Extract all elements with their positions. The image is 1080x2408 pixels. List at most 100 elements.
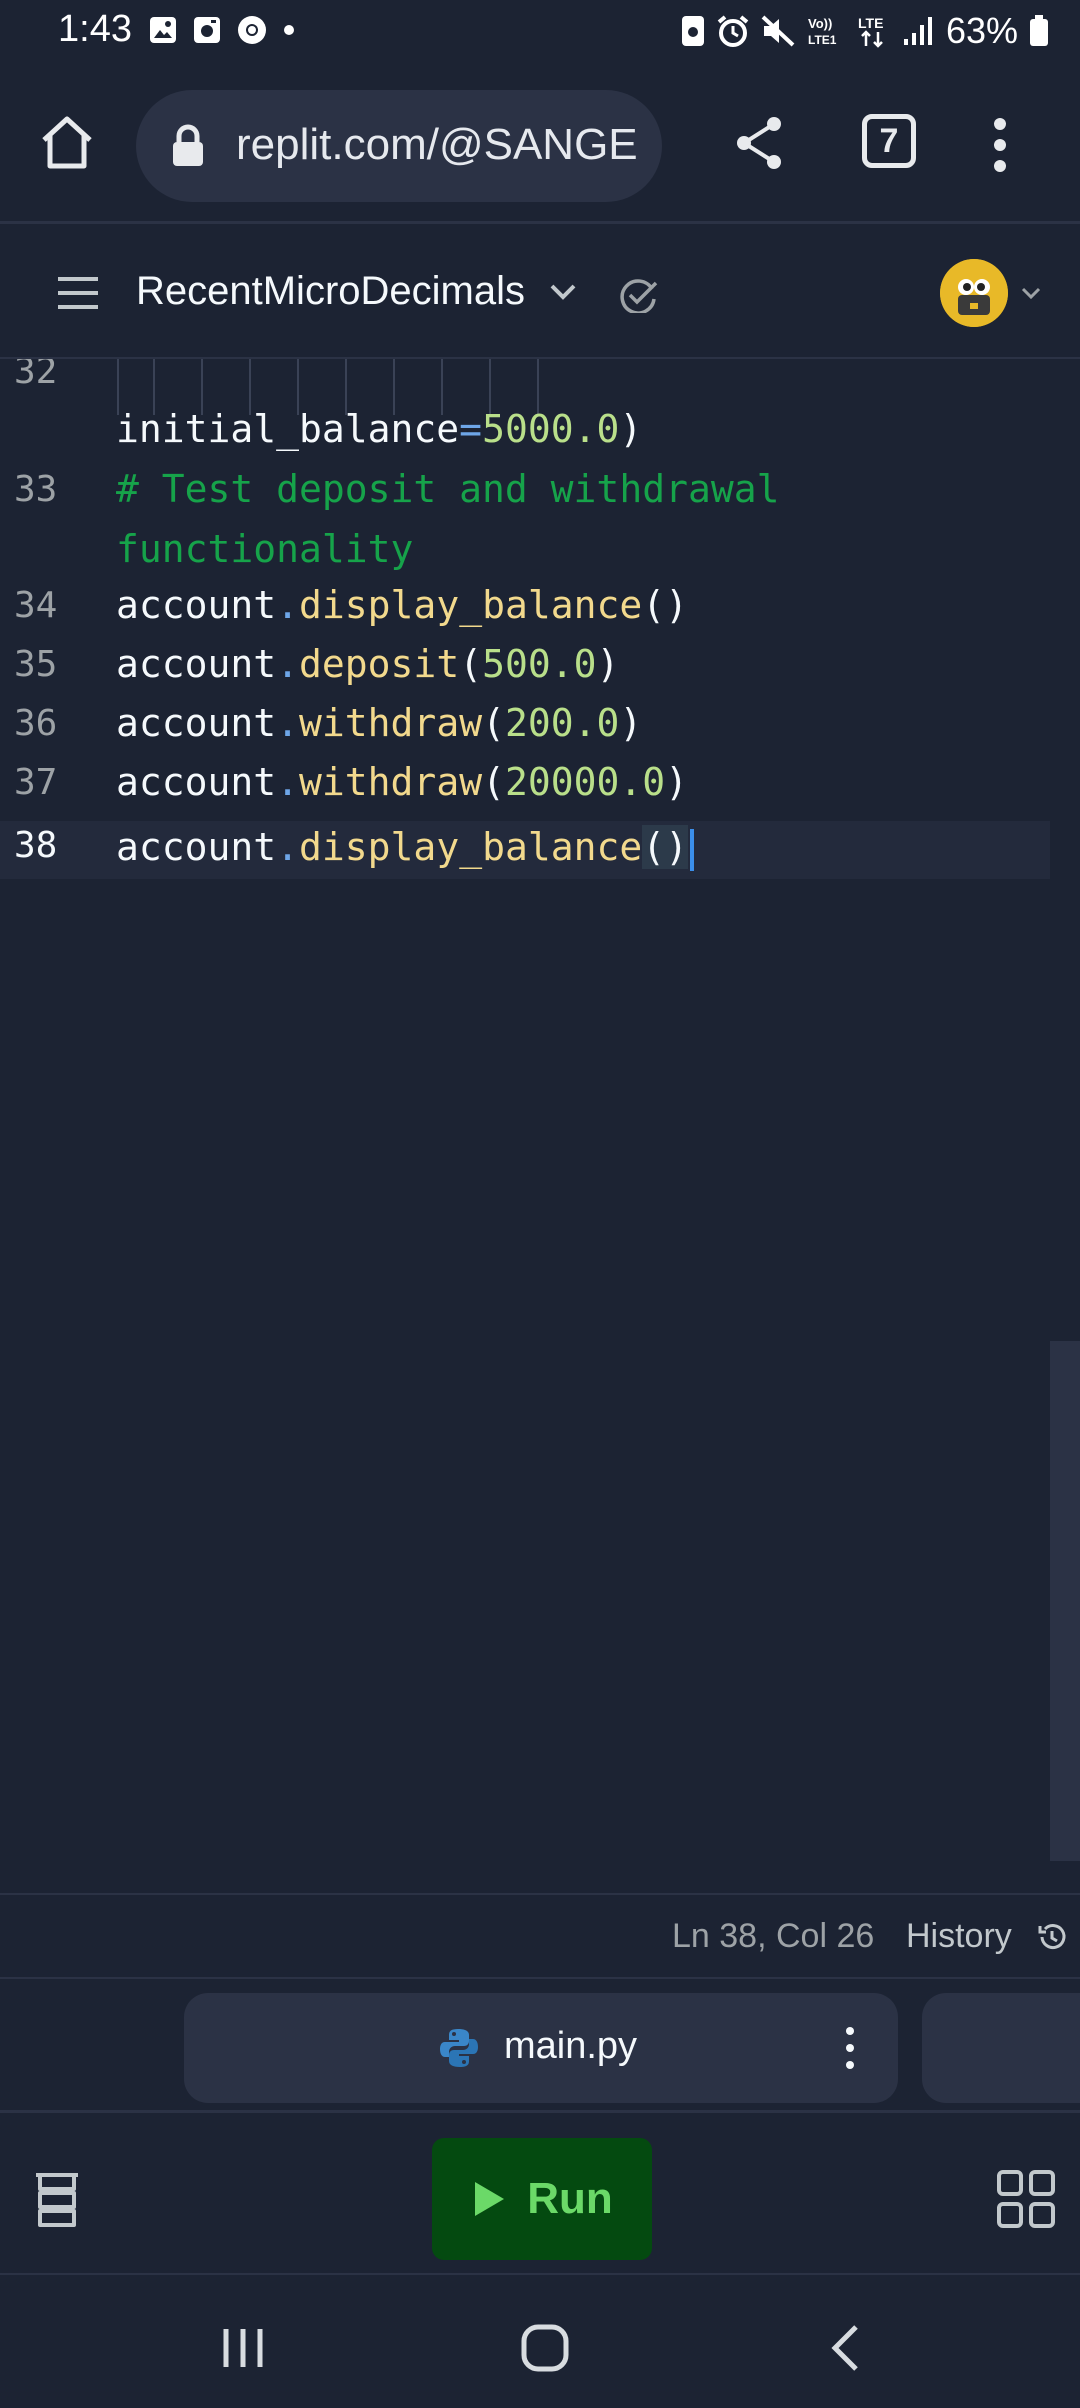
repl-title[interactable]: RecentMicroDecimals xyxy=(136,269,525,314)
code-text: account.withdraw(20000.0) xyxy=(116,760,688,804)
function-name: deposit xyxy=(299,642,460,686)
code-editor[interactable]: 32 initial_balance=5000.0) 33 # Test dep… xyxy=(0,359,1080,1893)
file-tab-overflow[interactable] xyxy=(922,1993,1080,2103)
file-tab[interactable]: main.py xyxy=(184,1993,898,2103)
code-text: account.withdraw(200.0) xyxy=(116,701,642,745)
paren: ( xyxy=(642,583,666,627)
python-icon xyxy=(440,2029,478,2067)
comment-text-wrap: functionality xyxy=(116,527,414,571)
home-nav-icon[interactable] xyxy=(520,2323,570,2373)
browser-toolbar: replit.com/@SANGE 7 xyxy=(0,64,1080,224)
repl-header: RecentMicroDecimals xyxy=(0,227,1080,359)
more-vert-icon[interactable] xyxy=(844,2025,856,2071)
operator: . xyxy=(276,825,300,869)
back-icon[interactable] xyxy=(830,2323,860,2373)
run-button[interactable]: Run xyxy=(432,2138,652,2260)
line-number: 37 xyxy=(14,762,58,803)
paren: ( xyxy=(482,760,505,804)
operator: . xyxy=(276,642,300,686)
identifier: account xyxy=(116,825,277,869)
status-bar: 1:43 Vo)) LTE1 LTE 63% xyxy=(0,0,1080,64)
code-line: 32 initial_balance=5000.0) xyxy=(0,359,1050,459)
battery-percentage: 63% xyxy=(945,10,1018,51)
history-icon[interactable] xyxy=(1036,1921,1068,1953)
alarm-icon xyxy=(717,15,749,47)
file-tab-bar: main.py xyxy=(0,1979,1080,2113)
url-text: replit.com/@SANGE xyxy=(236,120,638,169)
home-icon[interactable] xyxy=(38,114,96,172)
code-text: account.display_balance() xyxy=(116,825,694,871)
signal-icon xyxy=(903,17,932,45)
line-number: 33 xyxy=(14,469,58,510)
tab-count: 7 xyxy=(879,121,899,160)
paren: ) xyxy=(596,642,620,686)
camera-app-icon xyxy=(194,17,220,43)
paren: ( xyxy=(482,701,505,745)
identifier: initial_balance xyxy=(116,407,460,451)
paren: ) xyxy=(619,701,643,745)
code-line: 34 account.display_balance() xyxy=(0,577,1050,635)
history-button[interactable]: History xyxy=(906,1917,1012,1956)
function-name: withdraw xyxy=(299,760,483,804)
gallery-icon xyxy=(150,17,176,43)
dot-icon xyxy=(284,25,294,35)
identifier: account xyxy=(116,760,277,804)
operator: . xyxy=(276,701,300,745)
code-line-active: 38 account.display_balance() xyxy=(0,821,1050,879)
paren: ) xyxy=(665,583,688,627)
notification-icons xyxy=(148,14,296,46)
lock-icon xyxy=(173,124,203,166)
code-text: initial_balance=5000.0) xyxy=(116,407,642,451)
system-nav-bar xyxy=(0,2277,1080,2408)
comment-text: # Test deposit and withdrawal xyxy=(116,467,780,511)
code-line: 35 account.deposit(500.0) xyxy=(0,636,1050,694)
chevron-down-icon[interactable] xyxy=(548,281,578,303)
address-bar[interactable]: replit.com/@SANGE xyxy=(136,90,662,202)
avatar[interactable] xyxy=(940,259,1008,327)
line-number: 38 xyxy=(14,825,58,866)
line-number: 36 xyxy=(14,703,58,744)
identifier: account xyxy=(116,583,277,627)
apps-grid-icon[interactable] xyxy=(996,2169,1056,2229)
tools-stack-icon[interactable] xyxy=(30,2171,84,2229)
recents-icon[interactable] xyxy=(220,2325,266,2371)
action-bar: Run xyxy=(0,2113,1080,2275)
line-number: 32 xyxy=(14,359,58,392)
function-name: display_balance xyxy=(299,825,643,869)
status-time: 1:43 xyxy=(58,8,132,50)
paren: ( xyxy=(459,642,483,686)
cloud-saved-icon xyxy=(620,279,658,313)
paren: ) xyxy=(619,407,643,451)
play-icon xyxy=(475,2182,505,2216)
text-cursor xyxy=(690,828,694,871)
hamburger-menu-icon[interactable] xyxy=(56,275,100,311)
editor-status-line: Ln 38, Col 26 History xyxy=(0,1893,1080,1979)
editor-scrollbar[interactable] xyxy=(1050,1341,1080,1861)
number-literal: 20000.0 xyxy=(504,760,666,804)
battery-icon xyxy=(1030,15,1048,46)
line-number: 35 xyxy=(14,644,58,685)
function-name: withdraw xyxy=(299,701,483,745)
file-tab-label: main.py xyxy=(504,2025,638,2067)
run-label: Run xyxy=(527,2174,613,2223)
code-line: 37 account.withdraw(20000.0) xyxy=(0,754,1050,812)
number-literal: 200.0 xyxy=(504,701,620,745)
line-number: 34 xyxy=(14,585,58,626)
system-icons: Vo)) LTE1 LTE 63% xyxy=(680,10,1050,52)
identifier: account xyxy=(116,642,277,686)
number-literal: 500.0 xyxy=(482,642,597,686)
tab-switcher-button[interactable]: 7 xyxy=(862,114,916,168)
code-line: 36 account.withdraw(200.0) xyxy=(0,695,1050,753)
operator: . xyxy=(276,760,300,804)
chevron-down-icon[interactable] xyxy=(1020,285,1042,301)
cursor-position: Ln 38, Col 26 xyxy=(672,1917,875,1955)
svg-text:LTE: LTE xyxy=(858,15,883,31)
avatar-image xyxy=(940,259,1008,327)
share-icon[interactable] xyxy=(734,114,786,172)
more-vert-icon[interactable] xyxy=(990,116,1010,174)
paren: ) xyxy=(665,760,689,804)
function-name: display_balance xyxy=(299,583,643,627)
paren: ( xyxy=(642,825,666,869)
chrome-icon xyxy=(238,16,266,44)
paren: ) xyxy=(665,825,688,869)
